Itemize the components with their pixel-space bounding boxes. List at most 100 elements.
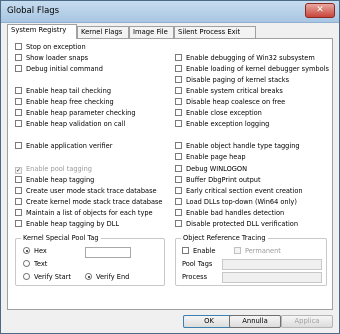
flag-checkbox[interactable]: Enable heap tagging (15, 176, 94, 185)
flag-label: Disable protected DLL verification (186, 220, 299, 228)
object-reference-tracing-group: Object Reference Tracing Enable Permanen… (175, 234, 327, 286)
pool-tag-input[interactable] (85, 247, 131, 258)
flag-checkbox[interactable]: Enable heap free checking (15, 98, 114, 107)
flag-checkbox[interactable]: Enable loading of kernel debugger symbol… (175, 65, 329, 74)
checkbox-icon (15, 65, 22, 72)
checkbox-icon (175, 220, 182, 227)
flag-checkbox[interactable]: Enable heap tail checking (15, 87, 111, 96)
radio-label: Text (34, 260, 48, 268)
checkbox-icon (15, 120, 22, 127)
checkbox-icon (15, 220, 22, 227)
flag-checkbox[interactable]: Enable application verifier (15, 142, 112, 151)
flag-checkbox[interactable]: Debug initial command (15, 65, 103, 74)
checkbox-icon (175, 198, 182, 205)
flag-label: Enable application verifier (26, 142, 113, 150)
flag-label: Enable loading of kernel debugger symbol… (186, 65, 329, 73)
group-title: Object Reference Tracing (181, 234, 268, 243)
radio-icon (23, 247, 30, 254)
flag-label: Maintain a list of objects for each type (26, 209, 153, 217)
ok-button[interactable]: OK (183, 315, 235, 328)
radio-icon (85, 273, 92, 280)
flag-checkbox[interactable]: Enable bad handles detection (175, 209, 284, 218)
radio-icon (23, 273, 30, 280)
checkbox-icon (15, 142, 22, 149)
title-bar[interactable]: Global Flags ✕ (1, 1, 339, 23)
flag-checkbox[interactable]: Load DLLs top-down (Win64 only) (175, 198, 297, 207)
text-radio[interactable]: Text (23, 260, 47, 269)
flag-label: Early critical section event creation (186, 187, 303, 195)
flag-checkbox[interactable]: Show loader snaps (15, 54, 88, 63)
flag-checkbox[interactable]: Enable exception logging (175, 120, 269, 129)
close-button[interactable]: ✕ (305, 3, 335, 18)
flag-label: Enable heap validation on call (26, 120, 126, 128)
flag-label: Enable page heap (186, 153, 246, 161)
flag-label: Disable paging of kernel stacks (186, 76, 290, 84)
checkbox-icon (15, 198, 22, 205)
flag-checkbox[interactable]: Debug WINLOGON (175, 165, 247, 174)
flag-label: Create kernel mode stack trace database (26, 198, 163, 206)
flag-checkbox[interactable]: Disable heap coalesce on free (175, 98, 285, 107)
tab-kernel-flags[interactable]: Kernel Flags (77, 26, 129, 38)
flag-label: Enable exception logging (186, 120, 270, 128)
flag-checkbox[interactable]: Enable heap validation on call (15, 120, 125, 129)
checkbox-icon (15, 87, 22, 94)
radio-label: Hex (34, 247, 47, 255)
flag-checkbox[interactable]: Maintain a list of objects for each type (15, 209, 153, 218)
flag-checkbox[interactable]: Enable debugging of Win32 subsystem (175, 54, 315, 63)
flag-checkbox[interactable]: Enable system critical breaks (175, 87, 283, 96)
radio-icon (23, 260, 30, 267)
flag-checkbox[interactable]: Enable page heap (175, 153, 246, 162)
process-label: Process (182, 273, 208, 281)
checkbox-icon (175, 209, 182, 216)
flag-checkbox[interactable]: Enable heap parameter checking (15, 109, 136, 118)
cancel-button[interactable]: Annulla (229, 315, 281, 328)
checkbox-icon (175, 176, 182, 183)
flag-label: Stop on exception (26, 43, 86, 51)
flag-label: Enable close exception (186, 109, 262, 117)
checkbox-label: Permanent (245, 247, 281, 255)
flag-label: Create user mode stack trace database (26, 187, 157, 195)
flag-checkbox[interactable]: Enable close exception (175, 109, 262, 118)
checkbox-icon (175, 87, 182, 94)
flag-label: Enable heap parameter checking (26, 109, 136, 117)
checkbox-icon (175, 54, 182, 61)
tab-system-registry[interactable]: System Registry (7, 24, 77, 39)
flag-label: Debug WINLOGON (186, 165, 248, 173)
dialog-client: System Registry Kernel Flags Image File … (5, 24, 335, 330)
permanent-checkbox: Permanent (234, 247, 281, 256)
flag-label: Enable object handle type tagging (186, 142, 300, 150)
flag-checkbox[interactable]: Enable heap tagging by DLL (15, 220, 119, 229)
hex-radio[interactable]: Hex (23, 247, 47, 256)
flag-checkbox[interactable]: Disable paging of kernel stacks (175, 76, 289, 85)
checkbox-icon (15, 209, 22, 216)
flag-checkbox[interactable]: Buffer DbgPrint output (175, 176, 261, 185)
checkbox-icon (175, 109, 182, 116)
checkbox-icon (15, 167, 22, 174)
flag-checkbox[interactable]: Disable protected DLL verification (175, 220, 298, 229)
flag-label: Enable system critical breaks (186, 87, 283, 95)
verify-end-radio[interactable]: Verify End (85, 273, 129, 282)
flag-checkbox[interactable]: Create kernel mode stack trace database (15, 198, 163, 207)
system-registry-panel: Stop on exception Show loader snaps Debu… (7, 38, 333, 310)
checkbox-icon (175, 65, 182, 72)
checkbox-icon (182, 247, 189, 254)
flag-label: Show loader snaps (26, 54, 89, 62)
window-title: Global Flags (7, 6, 60, 16)
pool-tags-label: Pool Tags (182, 260, 213, 268)
enable-tracing-checkbox[interactable]: Enable (182, 247, 215, 256)
flag-checkbox[interactable]: Create user mode stack trace database (15, 187, 157, 196)
verify-start-radio[interactable]: Verify Start (23, 273, 71, 282)
tab-image-file[interactable]: Image File (129, 26, 174, 38)
checkbox-icon (175, 98, 182, 105)
checkbox-icon (175, 120, 182, 127)
tab-silent-process-exit[interactable]: Silent Process Exit (174, 26, 256, 38)
radio-label: Verify End (96, 273, 130, 281)
checkbox-label: Enable (193, 247, 216, 255)
pool-tags-input (222, 259, 322, 270)
flag-checkbox[interactable]: Early critical section event creation (175, 187, 303, 196)
flag-label: Enable bad handles detection (186, 209, 285, 217)
flag-checkbox[interactable]: Enable object handle type tagging (175, 142, 300, 151)
flag-checkbox[interactable]: Stop on exception (15, 43, 86, 52)
close-icon: ✕ (316, 5, 324, 15)
checkbox-icon (175, 142, 182, 149)
